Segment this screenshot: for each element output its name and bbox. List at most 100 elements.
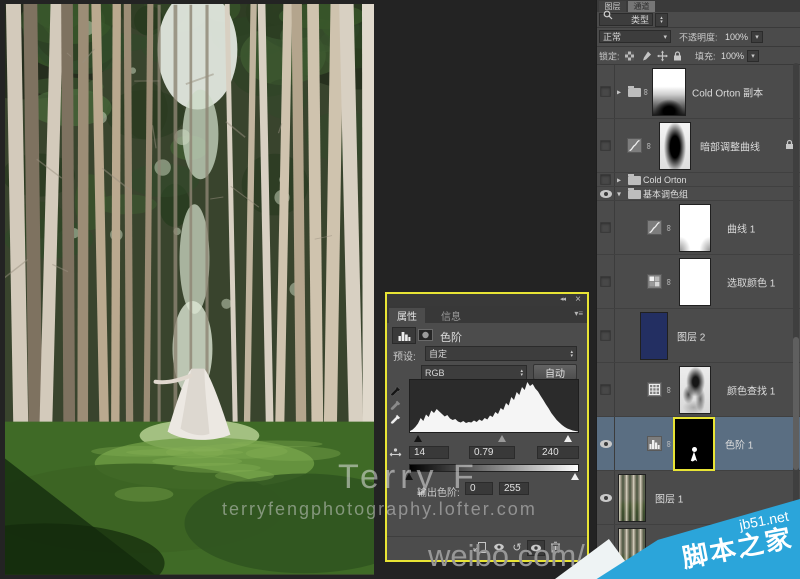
layer-name: Cold Orton 副本 [692,88,764,99]
layer-name: 曲线 1 [727,224,756,235]
layer-row-2[interactable]: ▸ Cold Orton [597,173,800,187]
filter-kind-select[interactable]: 类型 [599,10,653,26]
opacity-value[interactable]: 100% [725,32,748,42]
expand-arrow-icon[interactable]: ▸ [617,175,621,184]
output-black-slider[interactable] [405,473,413,480]
expand-arrow-icon[interactable]: ▸ [617,87,621,96]
input-midtone-slider[interactable] [498,435,506,442]
tab-info[interactable]: 信息 [433,308,469,323]
clip-to-layer-icon[interactable] [471,540,487,554]
properties-panel: ◂◂ × 属性 信息 ▾≡ 色阶 预设: 自定 ▴ ▾ RGB ▴ ▾ 自动 1… [385,292,589,562]
auto-button[interactable]: 自动 [533,364,577,380]
layer-thumbnail[interactable] [640,311,668,360]
layer-row-8[interactable]: ∞ 色阶 1 [597,416,800,471]
white-eyedropper-icon[interactable] [390,412,401,430]
lock-all-icon[interactable] [673,50,682,61]
filter-kind-label: 类型 [630,15,649,25]
levels-adjustment-icon[interactable] [647,435,662,451]
filter-updown-icon[interactable]: ▴ ▾ [655,12,668,27]
layer-row-0[interactable]: ▸ ∞ Cold Orton 副本 [597,65,800,119]
output-levels-label: 输出色阶: [417,488,460,499]
lock-pixels-brush-icon[interactable] [641,50,652,61]
layer-visibility-toggle[interactable] [597,201,615,254]
input-white-value[interactable]: 240 [537,446,579,459]
curves-adjustment-icon[interactable] [627,137,642,153]
close-panel-icon[interactable]: × [575,294,581,305]
scrollbar-track[interactable] [793,63,799,579]
layer-mask-thumbnail[interactable] [679,257,711,306]
color-lookup-adjustment-icon[interactable] [647,381,662,397]
layer-visibility-toggle[interactable] [597,255,615,308]
curves-adjustment-icon[interactable] [647,219,662,235]
layer-row-10[interactable] [597,525,800,579]
output-white-value[interactable]: 255 [499,482,529,495]
layer-row-7[interactable]: ∞ 颜色查找 1 [597,363,800,417]
fill-dropdown-icon[interactable]: ▾ [747,49,759,62]
layers-panel: 图层 通道 类型 ▴ ▾ 正常 ▾ 不透明度: 100% ▾ 锁定: 填充: 100… [596,0,800,579]
layer-filter-row: 类型 ▴ ▾ [597,10,800,28]
layer-mask-thumbnail[interactable] [679,203,711,252]
layer-thumbnail[interactable] [618,473,646,522]
layer-thumbnail[interactable] [618,527,646,576]
layer-row-1[interactable]: ∞ 暗部调整曲线 [597,119,800,173]
fill-label: 填充: [695,51,716,61]
layer-mask-thumbnail[interactable] [679,365,711,414]
delete-trash-icon[interactable] [547,540,563,554]
layer-mask-thumbnail[interactable] [652,67,686,116]
tab-properties[interactable]: 属性 [389,308,425,323]
layer-visibility-toggle[interactable] [597,417,615,470]
layer-row-3[interactable]: ▾ 基本调色组 [597,187,800,201]
forest-illustration [5,4,374,575]
layer-row-9[interactable]: 图层 1 [597,471,800,525]
collapse-panel-icon[interactable]: ◂◂ [560,295,566,303]
layer-row-5[interactable]: ∞ 选取颜色 1 [597,255,800,309]
layer-mask-thumbnail[interactable] [659,121,691,170]
layer-visibility-toggle[interactable] [597,187,615,200]
preset-select[interactable]: 自定 ▴ ▾ [425,346,577,361]
toggle-visibility-eye-icon[interactable] [527,540,545,556]
lock-label: 锁定: [599,51,620,61]
layer-row-6[interactable]: 图层 2 [597,309,800,363]
scrollbar-thumb[interactable] [793,337,799,470]
layer-visibility-toggle[interactable] [597,119,615,172]
folder-icon [628,187,641,199]
layer-visibility-toggle[interactable] [597,173,615,186]
reset-icon[interactable]: ↺ [509,540,525,554]
input-gamma-value[interactable]: 0.79 [469,446,515,459]
mask-icon[interactable] [418,328,433,346]
output-white-slider[interactable] [571,473,579,480]
updown-icon: ▴ ▾ [520,367,523,378]
layer-visibility-toggle[interactable] [597,309,615,362]
opacity-dropdown-icon[interactable]: ▾ [751,31,763,43]
visibility-empty-well [600,222,611,233]
selective-color-adjustment-icon[interactable] [647,273,662,289]
layer-name: 颜色查找 1 [727,386,776,397]
input-black-value[interactable]: 14 [409,446,449,459]
collapse-arrow-icon[interactable]: ▾ [617,189,621,198]
view-previous-state-eye-icon[interactable] [491,540,507,554]
scrubby-hand-icon[interactable] [389,444,402,462]
preset-value: 自定 [429,349,448,359]
eye-icon [599,547,612,556]
layer-visibility-toggle[interactable] [597,65,615,118]
layer-row-4[interactable]: ∞ 曲线 1 [597,201,800,255]
photoshop-window: 图层 通道 类型 ▴ ▾ 正常 ▾ 不透明度: 100% ▾ 锁定: 填充: 100… [0,0,800,579]
histogram [409,379,579,433]
lock-transparency-icon[interactable] [625,51,634,60]
channel-select[interactable]: RGB ▴ ▾ [421,365,527,380]
folder-icon [628,173,641,185]
fill-value[interactable]: 100% [721,51,744,61]
levels-icon-button[interactable] [392,327,416,344]
input-black-slider[interactable] [414,435,422,442]
layer-visibility-toggle[interactable] [597,363,615,416]
blend-mode-select[interactable]: 正常 ▾ [599,30,671,43]
layer-visibility-toggle[interactable] [597,471,615,524]
tab-channels[interactable]: 通道 [628,1,655,12]
visibility-empty-well [600,86,611,97]
output-black-value[interactable]: 0 [465,482,493,495]
layer-mask-thumbnail[interactable] [673,416,715,471]
input-white-slider[interactable] [564,435,572,442]
layer-visibility-toggle[interactable] [597,525,615,578]
panel-menu-icon[interactable]: ▾≡ [574,309,583,318]
lock-position-move-icon[interactable] [657,50,668,61]
